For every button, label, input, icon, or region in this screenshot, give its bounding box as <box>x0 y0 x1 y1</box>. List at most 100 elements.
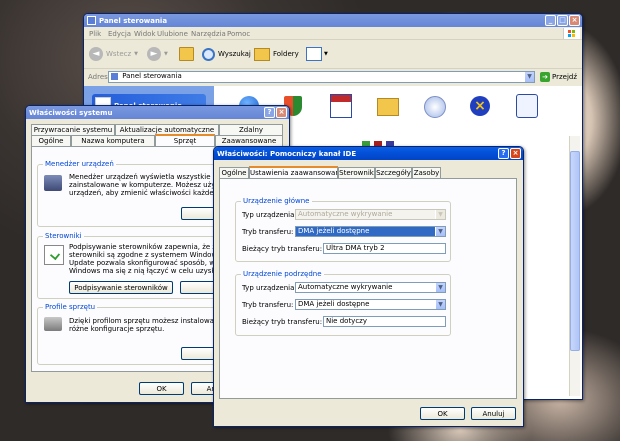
address-value: Panel sterowania <box>122 72 182 80</box>
views-button[interactable]: ▼ <box>306 46 328 62</box>
views-icon <box>306 47 322 61</box>
cp-icon-date-time[interactable] <box>330 94 352 118</box>
up-folder-icon[interactable] <box>179 47 194 61</box>
hardware-profiles-icon <box>44 317 62 331</box>
menu-tools[interactable]: Narzędzia <box>191 30 226 38</box>
ide-advanced-panel: Urządzenie główne Typ urządzenia: Automa… <box>219 178 517 399</box>
address-cp-icon <box>111 72 118 80</box>
secondary-device-type-dropdown-icon[interactable]: ▼ <box>435 283 445 292</box>
sysprop-close-button[interactable]: × <box>276 107 287 118</box>
tab-general[interactable]: Ogólne <box>31 135 71 146</box>
ide-tab-advanced-settings[interactable]: Ustawienia zaawansowane <box>249 166 338 178</box>
tab-system-restore[interactable]: Przywracanie systemu <box>31 124 115 135</box>
tab-hardware[interactable]: Sprzęt <box>155 134 215 146</box>
secondary-device-type-select[interactable]: Automatyczne wykrywanie ▼ <box>295 282 446 293</box>
forward-button[interactable]: ► ▼ <box>147 46 168 62</box>
primary-transfer-mode-label: Tryb transferu: <box>242 228 294 236</box>
driver-signing-button[interactable]: Podpisywanie sterowników <box>69 281 173 294</box>
back-label: Wstecz <box>106 50 132 58</box>
address-bar: Adres Panel sterowania ▼ ➔ Przejdź <box>84 69 582 85</box>
ide-cancel-button[interactable]: Anuluj <box>471 407 516 420</box>
secondary-transfer-mode-select[interactable]: DMA jeżeli dostępne ▼ <box>295 299 446 310</box>
menu-favorites[interactable]: Ulubione <box>157 30 188 38</box>
primary-current-mode-field: Ultra DMA tryb 2 <box>323 243 446 254</box>
secondary-device-label: Urządzenie podrzędne <box>241 270 324 278</box>
ide-tab-details[interactable]: Szczegóły <box>375 167 412 178</box>
ide-close-button[interactable]: × <box>510 148 521 159</box>
folders-label: Foldery <box>273 50 299 58</box>
control-panel-title: Panel sterowania <box>99 16 168 25</box>
secondary-transfer-mode-label: Tryb transferu: <box>242 301 294 309</box>
ide-properties-titlebar[interactable]: Właściwości: Pomocniczy kanał IDE ? × <box>214 147 523 160</box>
maximize-button[interactable]: □ <box>557 15 568 26</box>
search-button[interactable]: Wyszukaj <box>202 46 251 62</box>
driver-signing-icon <box>44 245 64 265</box>
sysprop-help-button[interactable]: ? <box>264 107 275 118</box>
control-panel-titlebar[interactable]: Panel sterowania _ □ × <box>84 14 582 27</box>
forward-arrow-icon: ► <box>147 47 161 61</box>
address-input[interactable]: Panel sterowania ▼ <box>108 71 535 83</box>
cp-icon-network[interactable]: × <box>470 96 490 116</box>
primary-device-type-dropdown-icon: ▼ <box>435 210 445 219</box>
system-properties-title: Właściwości systemu <box>29 108 113 117</box>
primary-transfer-mode-select[interactable]: DMA jeżeli dostępne ▼ <box>295 226 446 237</box>
menu-bar: Plik Edycja Widok Ulubione Narzędzia Pom… <box>84 28 582 40</box>
folders-icon <box>254 47 270 61</box>
views-dropdown-icon: ▼ <box>324 51 328 57</box>
device-manager-icon <box>44 175 62 191</box>
sysprop-ok-button[interactable]: OK <box>139 382 184 395</box>
search-label: Wyszukaj <box>218 50 251 58</box>
secondary-transfer-mode-dropdown-icon[interactable]: ▼ <box>435 300 445 309</box>
cp-icon-folder-options[interactable] <box>377 98 399 116</box>
ide-ok-button[interactable]: OK <box>420 407 465 420</box>
menu-view[interactable]: Widok <box>134 30 156 38</box>
primary-transfer-mode-value: DMA jeżeli dostępne <box>296 227 436 236</box>
secondary-device-type-label: Typ urządzenia: <box>242 284 297 292</box>
primary-device-group: Urządzenie główne Typ urządzenia: Automa… <box>235 197 451 262</box>
primary-transfer-mode-dropdown-icon[interactable]: ▼ <box>435 227 445 236</box>
hardware-profiles-label: Profile sprzętu <box>43 303 98 311</box>
secondary-current-mode-field: Nie dotyczy <box>323 316 446 327</box>
secondary-current-mode-label: Bieżący tryb transferu: <box>242 318 323 326</box>
primary-current-mode-label: Bieżący tryb transferu: <box>242 245 323 253</box>
ide-tab-driver[interactable]: Sterownik <box>338 167 375 178</box>
drivers-text-1: Podpisywanie sterowników zapewnia, że za… <box>69 243 227 251</box>
menu-file[interactable]: Plik <box>89 30 101 38</box>
address-dropdown-icon[interactable]: ▼ <box>524 72 534 82</box>
go-button[interactable]: ➔ Przejdź <box>540 71 577 83</box>
device-manager-label: Menedżer urządzeń <box>43 160 116 168</box>
device-manager-text-2: zainstalowane w komputerze. Możesz użyć … <box>69 181 228 189</box>
go-label: Przejdź <box>552 73 578 81</box>
cp-icon-scheduled-tasks[interactable] <box>516 94 538 118</box>
primary-device-type-select[interactable]: Automatyczne wykrywanie ▼ <box>295 209 446 220</box>
back-button[interactable]: ◄ Wstecz ▼ <box>89 46 138 62</box>
menu-edit[interactable]: Edycja <box>108 30 131 38</box>
ide-tab-general[interactable]: Ogólne <box>219 167 249 178</box>
drivers-text-3: Update pozwala skonfigurować sposób, w j… <box>69 259 228 267</box>
menu-help[interactable]: Pomoc <box>227 30 250 38</box>
cp-icon-internet-options[interactable] <box>424 96 446 118</box>
cp-vertical-scrollbar[interactable] <box>569 136 580 396</box>
cp-scrollbar-thumb[interactable] <box>570 151 580 351</box>
control-panel-icon <box>87 16 96 25</box>
system-properties-titlebar[interactable]: Właściwości systemu ? × <box>26 106 289 119</box>
primary-device-type-value: Automatyczne wykrywanie <box>298 210 393 218</box>
ide-help-button[interactable]: ? <box>498 148 509 159</box>
secondary-device-group: Urządzenie podrzędne Typ urządzenia: Aut… <box>235 270 451 336</box>
device-manager-text-3: urządzeń, aby zmienić właściwości każdeg… <box>69 189 223 197</box>
close-button[interactable]: × <box>569 15 580 26</box>
folders-button[interactable]: Foldery <box>254 46 299 62</box>
primary-device-type-label: Typ urządzenia: <box>242 211 297 219</box>
tab-remote[interactable]: Zdalny <box>219 124 283 135</box>
ide-properties-title: Właściwości: Pomocniczy kanał IDE <box>217 149 357 158</box>
hardware-profiles-text-1: Dzięki profilom sprzętu możesz instalowa… <box>69 317 232 325</box>
ide-tab-resources[interactable]: Zasoby <box>412 167 441 178</box>
tab-advanced[interactable]: Zaawansowane <box>215 135 283 146</box>
drivers-label: Sterowniki <box>43 232 84 240</box>
drivers-text-2: sterowniki są zgodne z systemem Windows.… <box>69 251 233 259</box>
minimize-button[interactable]: _ <box>545 15 556 26</box>
tab-computer-name[interactable]: Nazwa komputera <box>71 135 155 146</box>
ide-properties-window: Właściwości: Pomocniczy kanał IDE ? × Og… <box>213 146 524 427</box>
search-icon <box>202 47 215 61</box>
device-manager-text-1: Menedżer urządzeń wyświetla wszystkie ur… <box>69 173 224 181</box>
